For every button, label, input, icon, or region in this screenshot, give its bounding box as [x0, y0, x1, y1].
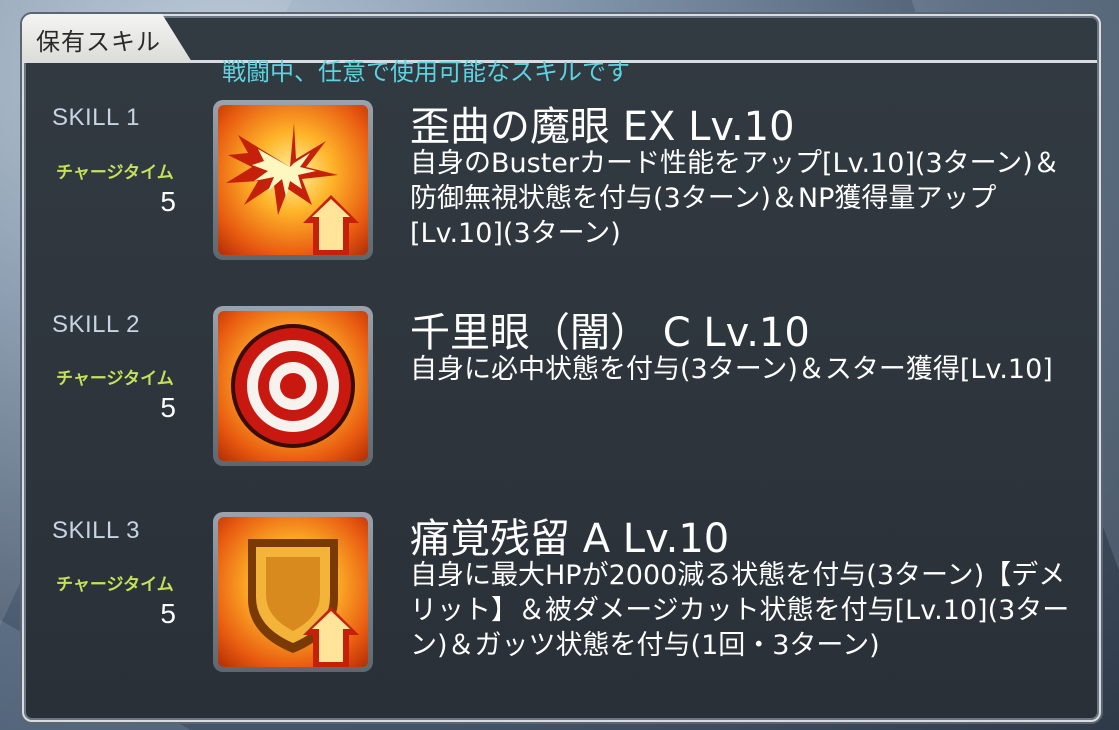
skill-name: 痛覚残留 A Lv.10	[410, 516, 730, 562]
skill-slot-label: SKILL 2	[52, 311, 141, 338]
charge-time-value: 5	[160, 598, 176, 629]
target-icon	[218, 311, 368, 461]
skill-name: 歪曲の魔眼 EX Lv.10	[410, 104, 795, 150]
skill-name: 千里眼（闇） C Lv.10	[410, 310, 810, 356]
panel-title: 保有スキル	[36, 28, 161, 56]
skill-icon-button[interactable]	[213, 100, 373, 260]
charge-time-value: 5	[160, 392, 176, 423]
charge-time-label: チャージタイム	[56, 163, 174, 183]
panel-subtitle: 戦闘中、任意で使用可能なスキルです	[222, 58, 630, 86]
skill-icon-button[interactable]	[213, 306, 373, 466]
charge-time-label: チャージタイム	[56, 369, 174, 389]
skill-description: 自身に最大HPが2000減る状態を付与(3ターン)【デメリット】＆被ダメージカッ…	[410, 560, 1070, 661]
skill-slot-label: SKILL 1	[52, 104, 141, 131]
defense-up-icon	[218, 517, 368, 667]
skill-description: 自身に必中状態を付与(3ターン)＆スター獲得[Lv.10]	[410, 354, 1053, 385]
skill-description: 自身のBusterカード性能をアップ[Lv.10](3ターン)＆防御無視状態を付…	[410, 148, 1060, 249]
buster-up-icon	[218, 105, 368, 255]
charge-time-value: 5	[160, 186, 176, 217]
skill-icon-button[interactable]	[213, 512, 373, 672]
skill-slot-label: SKILL 3	[52, 517, 141, 544]
charge-time-label: チャージタイム	[56, 575, 174, 595]
